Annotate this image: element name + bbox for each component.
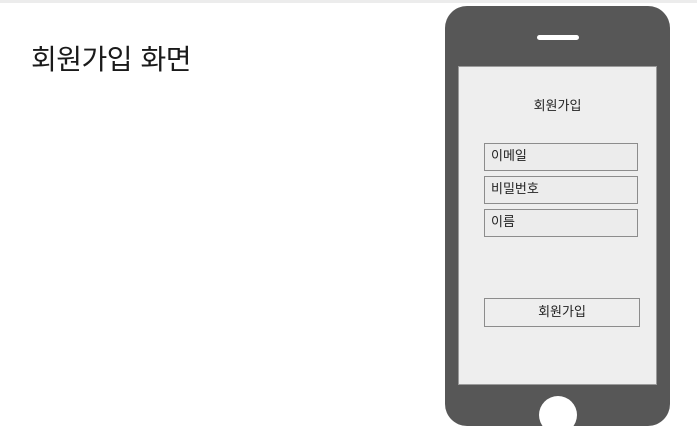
phone-speaker — [537, 35, 579, 40]
password-field[interactable]: 비밀번호 — [484, 176, 638, 204]
top-divider — [0, 0, 697, 3]
page-title: 회원가입 화면 — [31, 43, 191, 76]
phone-screen: 회원가입 이메일 비밀번호 이름 회원가입 — [458, 66, 657, 385]
phone-home-button — [539, 396, 577, 434]
signup-screen-title: 회원가입 — [533, 99, 582, 114]
name-field[interactable]: 이름 — [484, 209, 638, 237]
email-field[interactable]: 이메일 — [484, 143, 638, 171]
phone-mockup: 회원가입 이메일 비밀번호 이름 회원가입 — [445, 6, 670, 434]
signup-button[interactable]: 회원가입 — [484, 298, 640, 327]
